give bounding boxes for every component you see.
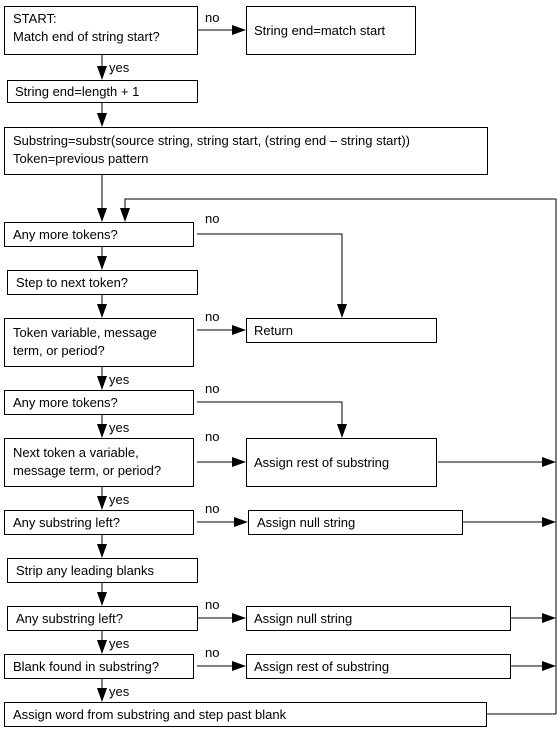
node-substring-left-1: Any substring left?	[4, 510, 194, 535]
arrowhead	[97, 66, 107, 80]
yes-label: yes	[109, 60, 130, 75]
node-blank-found: Blank found in substring?	[4, 654, 194, 679]
svg-text:String end=length + 1: String end=length + 1	[15, 84, 139, 99]
arrowhead	[97, 496, 107, 510]
node-assign-word: Assign word from substring and step past…	[4, 702, 487, 727]
node-strip: Strip any leading blanks	[7, 558, 198, 583]
arrowhead	[97, 376, 107, 390]
edge-more-tokens-no	[197, 233, 343, 308]
node-assign-null-2: Assign null string	[246, 606, 511, 631]
svg-text:Assign word from substring and: Assign word from substring and step past…	[13, 707, 287, 722]
node-return: Return	[246, 318, 437, 343]
svg-text:Assign null string: Assign null string	[257, 515, 355, 530]
arrowhead	[337, 304, 347, 318]
node-end-length: String end=length + 1	[7, 80, 198, 103]
arrowhead	[542, 457, 556, 467]
node-substring: Substring=substr(source string, string s…	[4, 127, 488, 175]
arrowhead	[232, 325, 246, 335]
yes-label: yes	[109, 684, 130, 699]
svg-text:Any more tokens?: Any more tokens?	[13, 395, 118, 410]
svg-text:START:: START:	[13, 11, 57, 26]
arrowhead	[97, 304, 107, 318]
arrowhead	[97, 256, 107, 270]
svg-text:Any more tokens?: Any more tokens?	[13, 227, 118, 242]
node-start: START: Match end of string start?	[4, 6, 198, 55]
node-assign-rest-1: Assign rest of substring	[246, 438, 437, 487]
node-assign-rest-2: Assign rest of substring	[246, 654, 511, 679]
flowchart: no yes no no yes no yes no yes no no yes…	[4, 6, 557, 727]
arrowhead	[97, 424, 107, 438]
arrowhead	[542, 661, 556, 671]
svg-text:Assign rest of substring: Assign rest of substring	[254, 455, 389, 470]
no-label: no	[205, 597, 219, 612]
arrowhead	[97, 544, 107, 558]
arrowhead	[232, 661, 246, 671]
no-label: no	[205, 645, 219, 660]
yes-label: yes	[109, 636, 130, 651]
arrowhead	[542, 517, 556, 527]
arrowhead	[232, 457, 246, 467]
no-label: no	[205, 211, 219, 226]
svg-text:Next token a variable,: Next token a variable,	[13, 445, 139, 460]
svg-text:Assign null string: Assign null string	[254, 611, 352, 626]
svg-text:Substring=substr(source string: Substring=substr(source string, string s…	[13, 133, 410, 148]
svg-text:Strip any leading blanks: Strip any leading blanks	[16, 563, 155, 578]
svg-text:Return: Return	[254, 323, 293, 338]
svg-text:message term, or period?: message term, or period?	[13, 463, 161, 478]
no-label: no	[205, 309, 219, 324]
svg-text:Blank found in substring?: Blank found in substring?	[13, 659, 159, 674]
node-step-next: Step to next token?	[7, 270, 198, 295]
arrowhead	[542, 613, 556, 623]
svg-text:Token=previous pattern: Token=previous pattern	[13, 151, 149, 166]
arrowhead	[234, 517, 248, 527]
yes-label: yes	[109, 420, 130, 435]
node-token-var: Token variable, message term, or period?	[4, 318, 194, 367]
svg-text:Step to next token?: Step to next token?	[16, 275, 128, 290]
arrowhead	[120, 208, 130, 222]
yes-label: yes	[109, 492, 130, 507]
no-label: no	[205, 429, 219, 444]
node-next-token: Next token a variable, message term, or …	[4, 438, 194, 487]
arrowhead	[97, 113, 107, 127]
svg-text:term, or period?: term, or period?	[13, 343, 105, 358]
node-assign-null-1: Assign null string	[248, 510, 463, 535]
no-label: no	[205, 501, 219, 516]
no-label: no	[205, 381, 219, 396]
svg-text:Token variable, message: Token variable, message	[13, 325, 157, 340]
arrowhead	[337, 424, 347, 438]
arrowhead	[232, 613, 246, 623]
arrowhead	[97, 592, 107, 606]
svg-text:Any substring left?: Any substring left?	[16, 611, 123, 626]
svg-text:Match end of string start?: Match end of string start?	[13, 29, 160, 44]
yes-label: yes	[109, 372, 130, 387]
arrowhead	[232, 25, 246, 35]
node-more-tokens-1: Any more tokens?	[4, 222, 194, 247]
node-more-tokens-2: Any more tokens?	[4, 390, 194, 415]
arrowhead	[97, 208, 107, 222]
node-end-match: String end=match start	[246, 6, 416, 55]
svg-text:Any substring left?: Any substring left?	[13, 515, 120, 530]
no-label: no	[205, 10, 219, 25]
arrowhead	[97, 640, 107, 654]
svg-text:String end=match start: String end=match start	[254, 23, 386, 38]
arrowhead	[97, 688, 107, 702]
node-substring-left-2: Any substring left?	[7, 606, 198, 631]
svg-text:Assign rest of substring: Assign rest of substring	[254, 659, 389, 674]
edge-more-tokens-2-no	[197, 401, 343, 428]
